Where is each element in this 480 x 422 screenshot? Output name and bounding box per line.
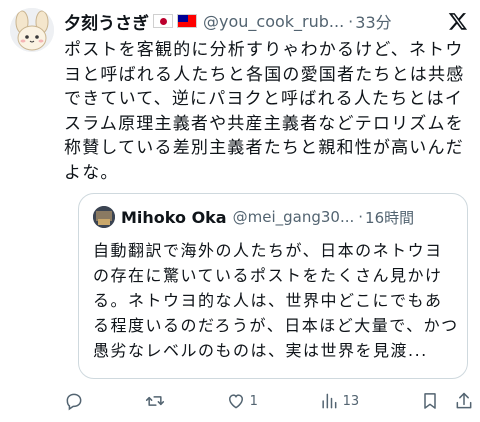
like-count: 1 [249,393,258,409]
quoted-post-time: 16時間 [365,208,415,227]
quoted-post-text: 自動翻訳で海外の人たちが、日本のネトウヨの存在に驚いているポストをたくさん見かけ… [93,241,459,360]
post-text: ポストを客観的に分析すりゃわかるけど、ネトウヨと呼ばれる人たちと各国の愛国者たち… [64,40,465,183]
repost-button[interactable] [145,391,165,411]
views-icon [322,393,337,409]
quoted-post[interactable]: Mihoko Oka @mei_gang30... · 16時間 自動翻訳で海外… [78,193,468,379]
author-handle[interactable]: @you_cook_rub... [203,12,344,31]
views-button[interactable]: 13 [319,391,360,411]
like-button[interactable]: 1 [226,391,258,411]
share-icon [456,392,472,409]
japan-flag-icon [153,14,173,28]
repost-icon [145,396,164,406]
quoted-author-handle: @mei_gang30... [232,208,355,226]
post-header: 夕刻うさぎ @you_cook_rub... · 33分 [64,9,468,34]
view-count: 13 [342,393,360,409]
post-time[interactable]: 33分 [355,9,391,33]
x-logo-icon [448,13,468,30]
quoted-post-header: Mihoko Oka @mei_gang30... · 16時間 [93,206,455,228]
action-bar: 1 13 [64,388,474,414]
reply-icon [66,393,82,411]
share-actions [420,391,474,411]
quoted-author-avatar [93,206,115,228]
taiwan-flag-icon [177,14,197,28]
reply-button[interactable] [64,391,84,411]
quoted-author-name: Mihoko Oka [121,207,227,227]
separator: · [348,11,354,31]
share-button[interactable] [454,391,474,411]
heart-icon [228,394,243,409]
author-name[interactable]: 夕刻うさぎ [64,9,149,34]
bookmark-icon [424,393,436,409]
quoted-separator: · [358,208,364,226]
author-avatar[interactable] [10,8,54,52]
bookmark-button[interactable] [420,391,440,411]
